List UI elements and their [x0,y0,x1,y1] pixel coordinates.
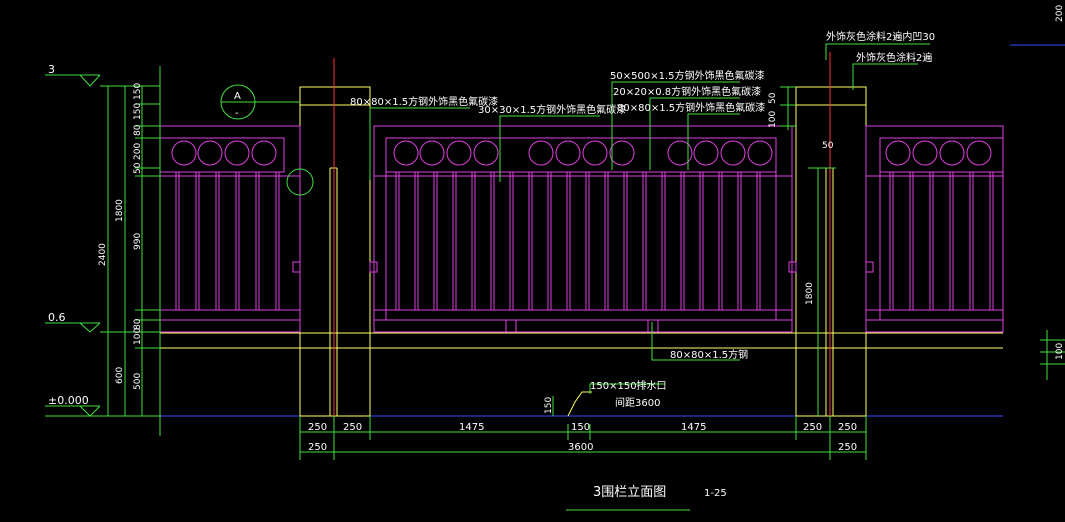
dim-misc-50b: 50 [822,141,834,151]
decorative-ring [171,140,197,166]
note-steel-30x30: 30×30×1.5方钢外饰黑色氟碳漆 [478,103,626,116]
dim-bottom-250b: 250 [343,422,362,433]
decorative-ring [251,140,277,166]
dim-left-80a: 80 [133,124,143,136]
note-steel-20x20: 20×20×0.8方钢外饰黑色氟碳漆 [613,85,761,98]
decorative-ring [473,140,499,166]
decorative-ring [747,140,773,166]
fence-elevation-drawing: 3 0.6 ±0.000 150 150 80 200 50 990 80 10… [45,5,1065,511]
left-dimension-labels: 150 150 80 200 50 990 80 100 500 1800 60… [98,83,143,390]
dim-left-2400: 2400 [98,243,108,266]
decorative-ring [197,140,223,166]
note-drain-spacing: 间距3600 [615,396,660,409]
decorative-ring [582,140,608,166]
dim-misc-1800: 1800 [805,282,815,305]
misc-dimension-labels: 50 100 50 1800 150 200 100 [544,5,1065,414]
dim-left-150b: 150 [133,103,143,120]
note-paint: 外饰灰色涂料2遍 [856,51,932,64]
note-steel-50x500: 50×500×1.5方钢外饰黑色氟碳漆 [610,69,764,82]
dim-misc-100b: 100 [1055,343,1065,360]
dim-left-200: 200 [133,143,143,160]
dim-total-250a: 250 [308,442,327,453]
decorative-ring [885,140,911,166]
dim-bottom-250c: 250 [803,422,822,433]
structure-lines [160,86,1003,417]
rail-connector [865,261,874,273]
decorative-ring [446,140,472,166]
dim-left-990: 990 [133,233,143,250]
dim-bottom-150: 150 [571,422,590,433]
decorative-ring [939,140,965,166]
note-drain: 150×150排水口 [590,379,667,392]
dim-left-1800: 1800 [115,199,125,222]
dim-total-250b: 250 [838,442,857,453]
fence-bars-and-rings [160,140,1003,311]
rail-connector [292,261,301,273]
dim-bottom-250d: 250 [838,422,857,433]
decorative-ring [555,140,581,166]
level-labels: 3 0.6 ±0.000 [48,63,89,407]
decorative-ring [693,140,719,166]
dim-misc-50a: 50 [768,92,778,104]
note-steel-80x80-base: 80×80×1.5方钢 [670,348,748,361]
dim-misc-150: 150 [544,397,554,414]
decorative-ring [720,140,746,166]
dim-bottom-250a: 250 [308,422,327,433]
dim-left-500: 500 [133,373,143,390]
decorative-ring [393,140,419,166]
dim-left-100: 100 [133,328,143,345]
drawing-scale: 1-25 [704,488,727,499]
dim-bottom-1475b: 1475 [681,422,706,433]
level-label-top: 3 [48,63,55,76]
level-label-mid: 0.6 [48,311,66,324]
dim-left-600: 600 [115,367,125,384]
decorative-ring [528,140,554,166]
decorative-ring [224,140,250,166]
dim-misc-200: 200 [1055,5,1065,22]
note-paint-recessed: 外饰灰色涂料2遍内凹30 [826,30,935,43]
decorative-ring [912,140,938,166]
dim-bottom-1475a: 1475 [459,422,484,433]
decorative-ring [419,140,445,166]
dim-left-50: 50 [133,162,143,174]
bubble-bottom-label: - [235,108,239,119]
note-steel-80x80-right: 80×80×1.5方钢外饰黑色氟碳漆 [617,101,765,114]
bottom-dimension-labels: 250 250 1475 150 1475 250 250 250 3600 2… [308,422,857,453]
note-steel-80x80-left: 80×80×1.5方钢外饰黑色氟碳漆 [350,95,498,108]
dim-total-3600: 3600 [568,442,593,453]
section-bubble: A - [234,91,241,119]
dim-misc-100: 100 [768,111,778,128]
drawing-title: 3围栏立面图 [593,485,666,500]
dim-left-150a: 150 [133,83,143,100]
bubble-top-label: A [234,91,241,102]
decorative-ring [609,140,635,166]
level-label-ground: ±0.000 [48,394,89,407]
decorative-ring [966,140,992,166]
